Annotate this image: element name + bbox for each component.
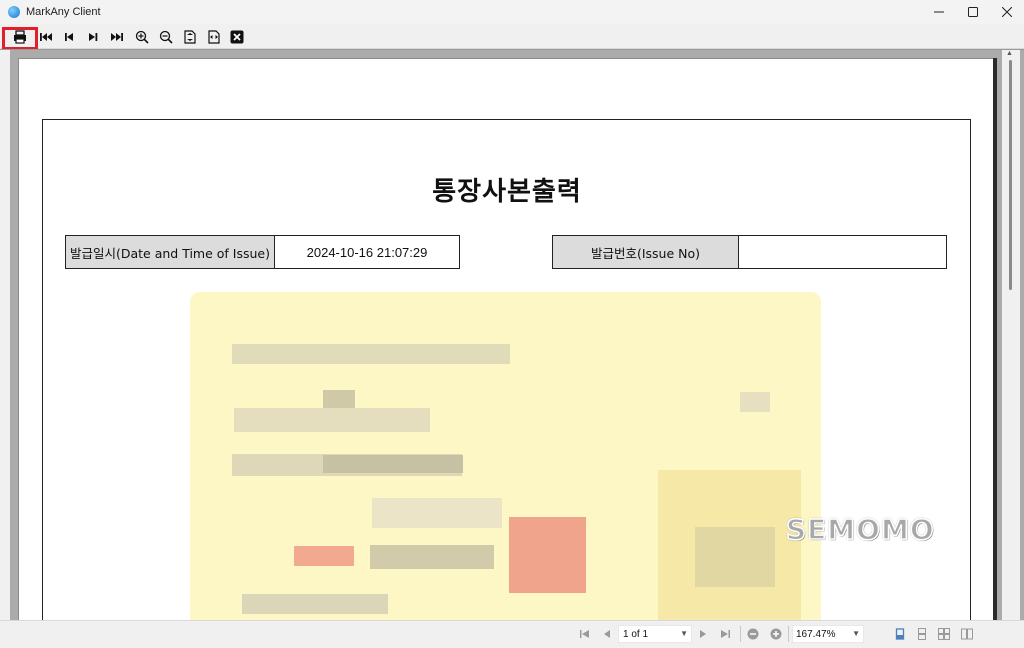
next-page-icon xyxy=(89,32,98,41)
zoom-level: 167.47% xyxy=(796,628,836,640)
issue-number-field: 발급번호(Issue No) xyxy=(552,235,947,269)
status-next-page-button[interactable] xyxy=(696,627,710,641)
close-icon xyxy=(1002,7,1012,17)
first-page-button[interactable] xyxy=(37,28,55,45)
two-page-view-button[interactable] xyxy=(960,627,974,641)
single-page-view-button[interactable] xyxy=(893,627,907,641)
document-page: 통장사본출력 발급일시(Date and Time of Issue) 2024… xyxy=(18,58,994,638)
scroll-up-icon[interactable]: ▲ xyxy=(1006,50,1013,57)
single-page-icon xyxy=(895,628,905,640)
previous-page-button[interactable] xyxy=(60,28,78,45)
first-page-icon xyxy=(580,630,589,638)
issue-datetime-label: 발급일시(Date and Time of Issue) xyxy=(66,236,275,268)
issue-number-value xyxy=(739,236,946,268)
zoom-out-button[interactable] xyxy=(157,28,175,45)
fit-width-button[interactable] xyxy=(205,28,223,45)
status-zoom-in-button[interactable] xyxy=(769,627,783,641)
print-button[interactable] xyxy=(11,28,29,45)
two-page-icon xyxy=(961,628,973,640)
minimize-icon xyxy=(934,11,944,13)
printer-icon xyxy=(14,29,26,44)
zoom-out-icon xyxy=(159,30,173,44)
first-page-icon xyxy=(40,32,52,41)
close-icon xyxy=(230,30,244,43)
zoom-selector[interactable]: 167.47% ▼ xyxy=(792,625,864,643)
chevron-down-icon: ▼ xyxy=(852,629,860,638)
last-page-icon xyxy=(721,630,730,638)
page-indicator: 1 of 1 xyxy=(623,628,649,640)
last-page-icon xyxy=(111,32,123,41)
previous-page-icon xyxy=(604,630,610,638)
next-page-icon xyxy=(700,630,706,638)
watermark: SEMOMO xyxy=(785,512,935,547)
fit-page-icon xyxy=(184,29,196,44)
close-document-button[interactable] xyxy=(228,28,246,45)
fit-width-icon xyxy=(208,29,220,44)
continuous-page-icon xyxy=(918,628,926,640)
document-title: 통장사본출력 xyxy=(432,177,582,207)
vertical-scrollbar[interactable]: ▲ xyxy=(1002,50,1020,621)
zoom-in-button[interactable] xyxy=(133,28,151,45)
zoom-in-icon xyxy=(770,628,782,640)
title-bar: MarkAny Client xyxy=(0,0,1024,24)
passbook-image-blurred xyxy=(190,292,821,637)
chevron-down-icon: ▼ xyxy=(680,629,688,638)
last-page-button[interactable] xyxy=(108,28,126,45)
issue-datetime-value: 2024-10-16 21:07:29 xyxy=(275,236,459,268)
previous-page-icon xyxy=(65,32,73,41)
status-previous-page-button[interactable] xyxy=(600,627,614,641)
issue-number-label: 발급번호(Issue No) xyxy=(553,236,739,268)
app-icon xyxy=(8,6,20,18)
continuous-view-button[interactable] xyxy=(915,627,929,641)
document-viewer[interactable]: 통장사본출력 발급일시(Date and Time of Issue) 2024… xyxy=(0,49,1024,638)
scrollbar-thumb[interactable] xyxy=(1009,60,1012,290)
status-first-page-button[interactable] xyxy=(578,627,592,641)
status-bar: 1 of 1 ▼ 167.47% ▼ xyxy=(0,620,1024,648)
minimize-button[interactable] xyxy=(922,0,956,24)
toolbar xyxy=(0,24,1024,50)
page-selector[interactable]: 1 of 1 ▼ xyxy=(618,625,692,643)
fit-page-button[interactable] xyxy=(181,28,199,45)
next-page-button[interactable] xyxy=(84,28,102,45)
status-zoom-out-button[interactable] xyxy=(746,627,760,641)
status-last-page-button[interactable] xyxy=(718,627,732,641)
multi-page-view-button[interactable] xyxy=(937,627,951,641)
window-title: MarkAny Client xyxy=(26,6,101,18)
maximize-icon xyxy=(968,7,978,17)
zoom-in-icon xyxy=(135,30,149,44)
close-window-button[interactable] xyxy=(990,0,1024,24)
multi-page-icon xyxy=(938,628,950,640)
zoom-out-icon xyxy=(747,628,759,640)
maximize-button[interactable] xyxy=(956,0,990,24)
issue-datetime-field: 발급일시(Date and Time of Issue) 2024-10-16 … xyxy=(65,235,460,269)
